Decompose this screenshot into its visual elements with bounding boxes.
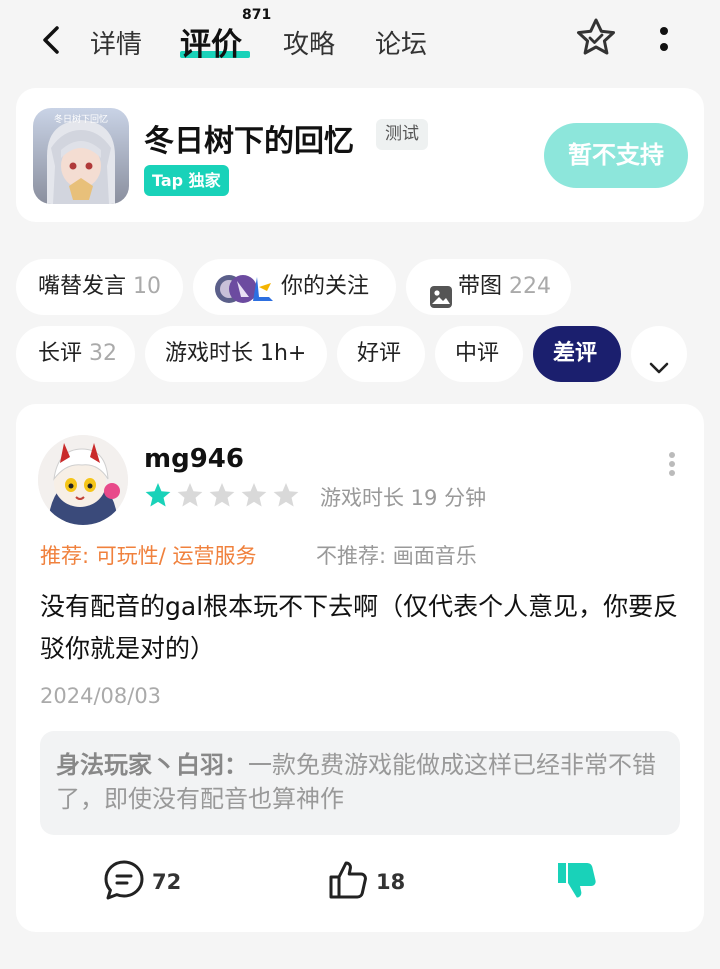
filter-chip-label: 嘴替发言 — [38, 274, 127, 299]
comment-icon — [102, 858, 146, 906]
star-empty-icon — [273, 483, 299, 507]
game-icon[interactable]: 冬日树下回忆 — [33, 108, 129, 204]
thumbs-down-icon — [554, 858, 602, 906]
not-supported-button[interactable]: 暂不支持 — [544, 123, 688, 188]
tab-detail[interactable]: 详情 — [90, 24, 142, 61]
filter-chip-label: 好评 — [357, 341, 402, 366]
filter-chip-label: 中评 — [455, 341, 500, 366]
star-filled-icon — [145, 483, 171, 507]
comment-button[interactable]: 72 — [102, 860, 181, 904]
rating-stars — [144, 482, 304, 510]
following-avatars-icon — [213, 271, 275, 327]
chevron-down-icon — [648, 344, 670, 400]
review-card[interactable]: mg946 游戏时长 19 分钟 推荐: 可玩性/ 运营服务 不推荐: 画面音乐… — [16, 404, 704, 932]
review-more-icon[interactable] — [664, 448, 680, 480]
like-button[interactable]: 18 — [326, 860, 405, 904]
review-page: 详情 评价 871 攻略 论坛 冬日树下回忆 冬日树下的回忆 测试 Tap 独家… — [0, 0, 720, 969]
game-title: 冬日树下的回忆 — [144, 124, 354, 159]
not-recommend-tags: 不推荐: 画面音乐 — [316, 544, 477, 568]
filter-chip-playtime[interactable]: 游戏时长 1h+ — [145, 326, 327, 382]
dislike-button[interactable] — [554, 860, 602, 904]
back-icon[interactable] — [36, 24, 68, 56]
star-empty-icon — [177, 483, 203, 507]
thumbs-up-icon — [326, 858, 370, 906]
follow-star-icon[interactable] — [575, 17, 617, 59]
tab-review-count: 871 — [242, 7, 272, 23]
username[interactable]: mg946 — [144, 444, 244, 474]
filter-expand-button[interactable] — [631, 326, 687, 382]
image-icon — [429, 275, 453, 331]
filter-chip-label: 差评 — [553, 341, 598, 366]
test-badge: 测试 — [376, 119, 428, 150]
recommend-tags: 推荐: 可玩性/ 运营服务 — [40, 544, 257, 568]
filter-chip-label: 带图 — [458, 274, 503, 299]
filter-chip-negative[interactable]: 差评 — [533, 326, 621, 382]
star-empty-icon — [209, 483, 235, 507]
reply-preview[interactable]: 身法玩家丶白羽：一款免费游戏能做成这样已经非常不错了，即使没有配音也算神作 — [40, 731, 680, 835]
review-text[interactable]: 没有配音的gal根本玩不下去啊（仅代表个人意见，你要反驳你就是对的） — [40, 586, 680, 670]
filter-chip-label: 长评 — [38, 341, 83, 366]
top-nav-bar: 详情 评价 871 攻略 论坛 — [0, 0, 720, 80]
filter-chip-long-review[interactable]: 长评 32 — [16, 326, 135, 382]
reply-author[interactable]: 身法玩家丶白羽： — [56, 751, 248, 779]
filter-chip-count: 10 — [133, 274, 162, 299]
game-icon-text: 冬日树下回忆 — [54, 113, 108, 125]
filter-chip-label: 游戏时长 1h+ — [165, 341, 307, 366]
tap-exclusive-badge: Tap 独家 — [144, 165, 229, 196]
more-vertical-icon[interactable] — [650, 22, 678, 58]
tab-review[interactable]: 评价 — [180, 19, 242, 64]
filter-chip-following[interactable]: 你的关注 — [193, 259, 396, 315]
playtime: 游戏时长 19 分钟 — [320, 486, 487, 510]
star-empty-icon — [241, 483, 267, 507]
filter-chip-positive[interactable]: 好评 — [337, 326, 425, 382]
game-info-card[interactable]: 冬日树下回忆 冬日树下的回忆 测试 Tap 独家 暂不支持 — [16, 88, 704, 222]
filter-chip-count: 32 — [89, 341, 118, 366]
filter-chip-with-image[interactable]: 带图 224 — [406, 259, 571, 315]
review-date: 2024/08/03 — [40, 684, 162, 708]
filter-chip-count: 224 — [509, 274, 552, 299]
like-count: 18 — [376, 870, 406, 894]
filter-chip-label: 你的关注 — [281, 274, 370, 299]
filter-chip-spokesperson[interactable]: 嘴替发言 10 — [16, 259, 183, 315]
tab-forum[interactable]: 论坛 — [375, 24, 427, 61]
filter-chip-neutral[interactable]: 中评 — [435, 326, 523, 382]
comment-count: 72 — [152, 870, 182, 894]
avatar[interactable] — [38, 435, 128, 525]
tab-guide[interactable]: 攻略 — [283, 24, 335, 61]
